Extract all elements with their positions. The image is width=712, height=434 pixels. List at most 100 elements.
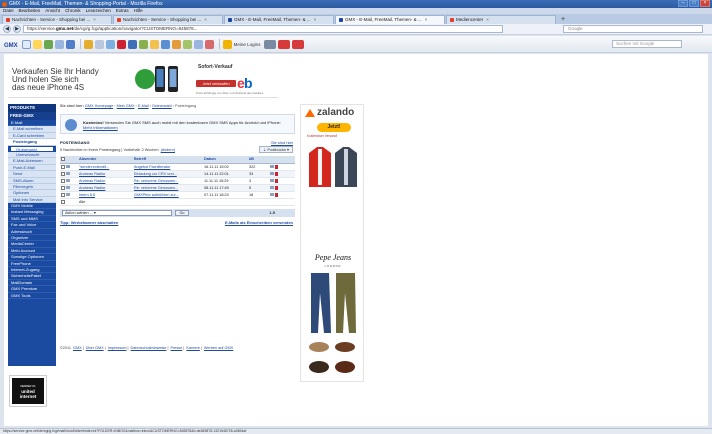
mail-sender[interactable]: Intern 8,5 — [78, 191, 133, 199]
mail-sender[interactable]: Andreas Radior — [78, 170, 133, 178]
mail-row[interactable]: Andreas Radior Re: verlorene Genussen...… — [60, 177, 295, 185]
zalando-ad[interactable]: zalando Jetzt! Kostenloser Versand! Pepe… — [300, 104, 364, 382]
toolbar-icon[interactable] — [182, 39, 192, 49]
toolbar-icon[interactable] — [193, 39, 203, 49]
row-actions[interactable] — [268, 177, 295, 185]
browser-tab[interactable]: Mediencenter × — [446, 15, 556, 24]
disable-banner-link[interactable]: Tipp: Werbebanner abschalten — [60, 220, 118, 225]
row-checkbox[interactable] — [61, 171, 65, 176]
toolbar-icon[interactable] — [138, 39, 148, 49]
new-tab-button[interactable]: + — [559, 16, 567, 24]
column-header-sender[interactable]: Absender — [78, 156, 133, 164]
mail-subject[interactable]: Re: verlorene Genussen... — [133, 184, 203, 192]
mail-row[interactable]: Andreas Radior Einladung zur CRV und... … — [60, 170, 295, 178]
browser-search-input[interactable]: Google — [563, 25, 703, 33]
browser-tab[interactable]: Nachrichten - Service - Shopping bei ...… — [113, 15, 223, 24]
mail-row[interactable]: Andreas Radior Re: verlorene Genussen...… — [60, 184, 295, 192]
mail-subject[interactable]: Einladung zur CRV und... — [133, 170, 203, 178]
change-retention-link[interactable]: (ändern) — [161, 148, 175, 152]
action-select[interactable]: Aktion wählen ... ▾ — [62, 209, 172, 216]
back-button[interactable]: ◀ — [3, 25, 11, 33]
forward-icon[interactable] — [270, 186, 274, 189]
toolbar-icon[interactable] — [94, 39, 104, 49]
promo-banner[interactable]: Verkaufen Sie Ihr Handy Und holen Sie si… — [8, 58, 278, 98]
close-button[interactable]: × — [700, 0, 710, 7]
forward-icon[interactable] — [270, 165, 274, 168]
more-info-link[interactable]: Mehr Informationen — [83, 125, 118, 130]
forward-icon[interactable] — [270, 179, 274, 182]
delete-icon[interactable] — [275, 185, 278, 190]
mail-subject[interactable]: Re: verlorene Genussen... — [133, 177, 203, 185]
row-actions[interactable] — [268, 191, 295, 199]
mail-badge-icon[interactable] — [264, 39, 277, 49]
jetzt-button[interactable]: Jetzt! — [317, 123, 351, 132]
toolbar-icon[interactable] — [116, 39, 126, 49]
tab-close-icon[interactable]: × — [314, 16, 317, 24]
my-logins-button[interactable]: Meine Logins — [234, 42, 261, 47]
gmx-search-input[interactable]: Suchen mit Google — [612, 40, 682, 48]
column-header-size[interactable]: kB — [248, 156, 268, 164]
forward-icon[interactable] — [270, 193, 274, 196]
forward-icon[interactable] — [270, 172, 274, 175]
row-actions[interactable] — [268, 184, 295, 192]
column-header-subject[interactable]: Betreff — [133, 156, 203, 164]
breadcrumb-link[interactable]: Mein GMX — [117, 104, 135, 108]
mail-subject[interactable]: GMXPtrto aufmühlen zur... — [133, 191, 203, 199]
registered-mail-link[interactable]: E-Mails als Einschreiben versenden — [225, 220, 293, 225]
united-internet-logo[interactable]: MEMBER OF united internet — [9, 375, 47, 407]
mail-sender[interactable]: Andreas Radior — [78, 177, 133, 185]
footer-link[interactable]: Werben auf GMX — [204, 346, 233, 350]
row-checkbox[interactable] — [61, 178, 65, 183]
row-checkbox[interactable] — [61, 164, 65, 169]
row-checkbox[interactable] — [61, 185, 65, 190]
delete-icon[interactable] — [275, 192, 278, 197]
mail-sender[interactable]: Andreas Radior — [78, 184, 133, 192]
maximize-button[interactable]: □ — [689, 0, 699, 7]
toolbar-icon[interactable] — [160, 39, 170, 49]
browser-tab-active[interactable]: GMX - E-Mail, FreeMail, Themen- & ... × — [335, 15, 445, 24]
tab-close-icon[interactable]: × — [425, 16, 428, 24]
breadcrumb-link[interactable]: Ordnerwahl — [152, 104, 172, 108]
gmx-logo[interactable]: GMX — [4, 39, 18, 50]
mail-subject[interactable]: Angebot Fachliteratur — [133, 163, 203, 171]
footer-link[interactable]: Presse — [170, 346, 182, 350]
mail-sender[interactable]: "sender.extendit... — [78, 163, 133, 171]
toolbar-icon[interactable] — [149, 39, 159, 49]
delete-icon[interactable] — [275, 171, 278, 176]
row-checkbox[interactable] — [61, 192, 65, 197]
delete-icon[interactable] — [275, 164, 278, 169]
toolbar-icon[interactable] — [21, 39, 31, 49]
sidebar-item-tools[interactable]: GMX Tools — [8, 293, 56, 299]
row-actions[interactable] — [268, 163, 295, 171]
toolbar-icon[interactable] — [43, 39, 53, 49]
notification-badge-icon[interactable] — [292, 39, 305, 49]
footer-link[interactable]: Über GMX — [86, 346, 104, 350]
archive-button[interactable]: ⇣ Postbucks ▾ — [258, 146, 293, 153]
sms-badge-icon[interactable] — [278, 39, 291, 49]
tab-close-icon[interactable]: × — [93, 16, 96, 24]
minimize-button[interactable]: – — [678, 0, 688, 7]
toolbar-icon[interactable] — [54, 39, 64, 49]
breadcrumb-link[interactable]: E-Mail — [138, 104, 149, 108]
toolbar-icon[interactable] — [83, 39, 93, 49]
tab-close-icon[interactable]: × — [204, 16, 207, 24]
column-header-date[interactable]: Datum — [203, 156, 248, 164]
footer-link[interactable]: Karriere — [186, 346, 200, 350]
delete-icon[interactable] — [275, 178, 278, 183]
select-all-checkbox[interactable] — [61, 157, 65, 162]
select-all-bottom-checkbox[interactable] — [61, 199, 65, 204]
row-actions[interactable] — [268, 170, 295, 178]
browser-tab[interactable]: Nachrichten - Service - Shopping bei ...… — [2, 15, 112, 24]
toolbar-icon[interactable] — [127, 39, 137, 49]
toolbar-icon[interactable] — [65, 39, 75, 49]
toolbar-icon[interactable] — [32, 39, 42, 49]
forward-button[interactable]: ▶ — [13, 25, 21, 33]
toolbar-icon[interactable] — [171, 39, 181, 49]
toolbar-icon[interactable] — [204, 39, 214, 49]
breadcrumb-link[interactable]: GMX Homepage — [85, 104, 113, 108]
tab-close-icon[interactable]: × — [486, 16, 489, 24]
footer-link[interactable]: GMX — [73, 346, 82, 350]
mail-row[interactable]: "sender.extendit... Angebot Fachliteratu… — [60, 163, 295, 171]
go-button[interactable]: Go — [175, 209, 189, 216]
url-bar[interactable]: https://service.gmx.net/de/cgi/g.fcgi/ap… — [23, 25, 503, 33]
